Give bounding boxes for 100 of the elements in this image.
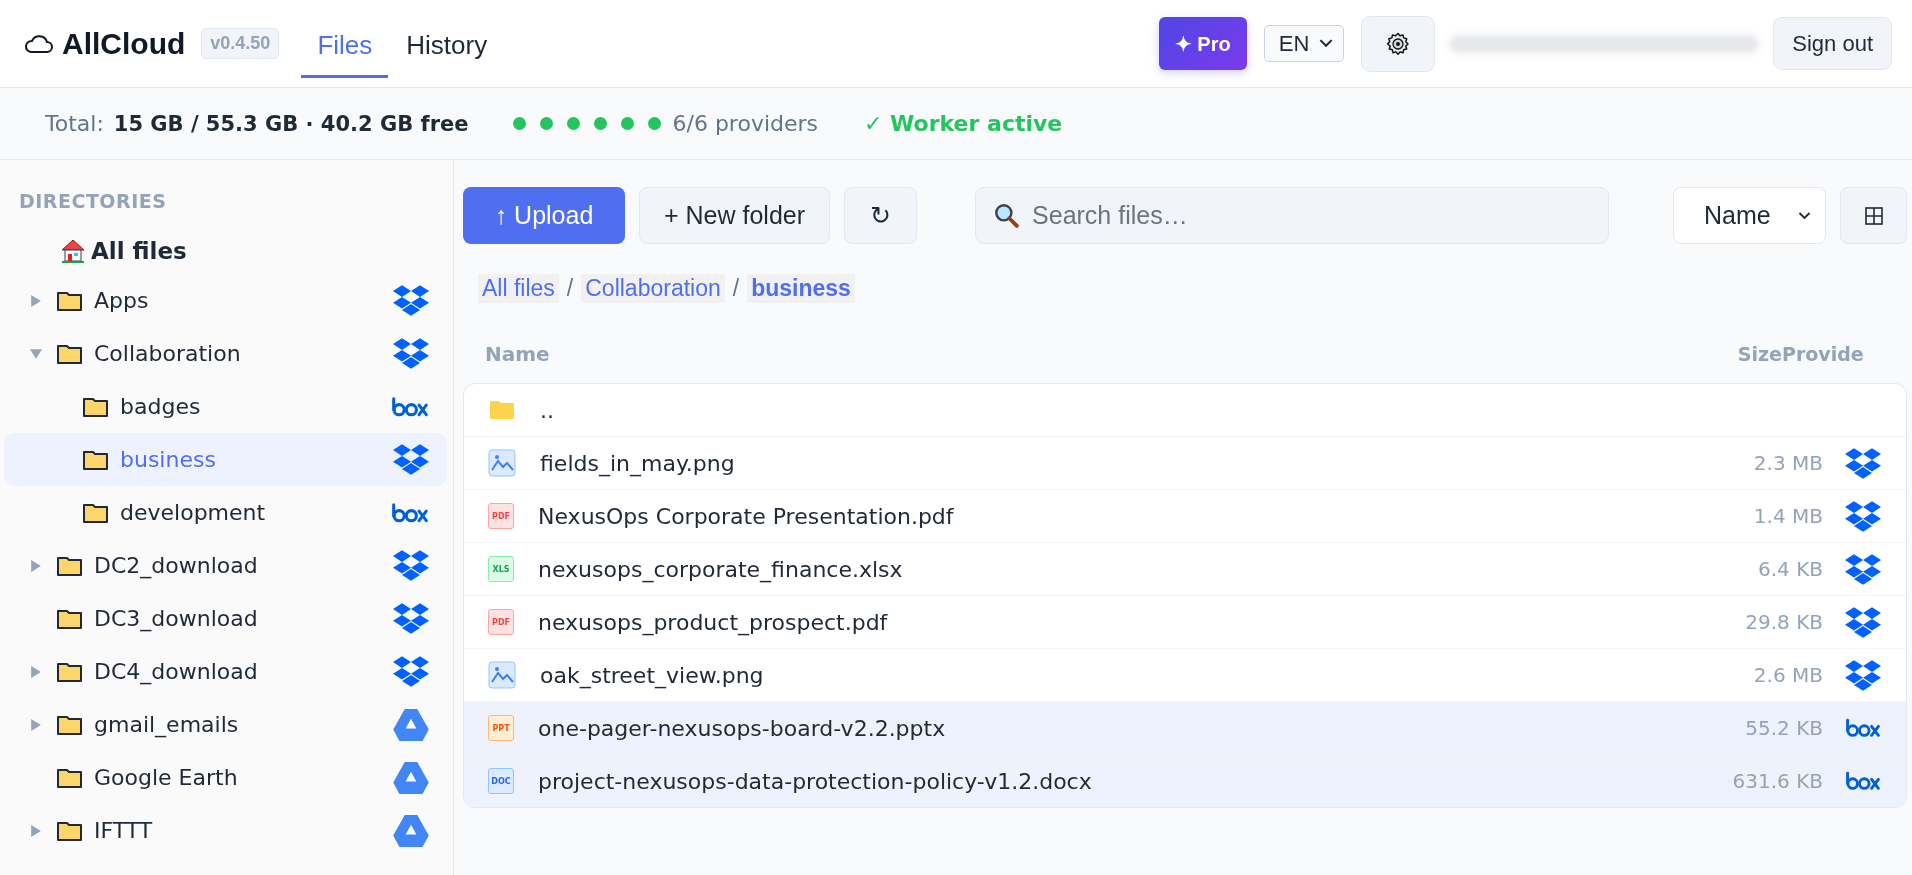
- directory-item[interactable]: badges: [4, 380, 447, 433]
- directory-item[interactable]: DC4_download: [4, 645, 447, 698]
- total-label: Total:: [45, 111, 104, 136]
- file-type-icon: DOC: [488, 768, 514, 794]
- directory-name: DC3_download: [94, 606, 258, 631]
- directory-name: IFTTT: [94, 818, 153, 843]
- caret-right-icon[interactable]: [30, 665, 42, 678]
- search-field[interactable]: Search files…: [975, 187, 1610, 244]
- app-logo-text: AllCloud: [62, 26, 186, 61]
- directory-item[interactable]: IFTTT: [4, 804, 447, 857]
- directory-item[interactable]: gmail_emails: [4, 698, 447, 751]
- dropbox-logo-icon: [1845, 553, 1881, 585]
- file-size: 29.8 KB: [1745, 610, 1823, 634]
- house-icon: [60, 238, 86, 264]
- storage-total: 15 GB / 55.3 GB · 40.2 GB free: [113, 111, 469, 136]
- directory-name: DC4_download: [94, 659, 258, 684]
- directory-name: DC2_download: [94, 553, 258, 578]
- image-icon: [488, 449, 516, 477]
- file-name: nexusops_corporate_finance.xlsx: [538, 556, 903, 582]
- file-size: 2.3 MB: [1753, 451, 1823, 475]
- file-name: one-pager-nexusops-board-v2.2.pptx: [538, 715, 946, 741]
- directory-item[interactable]: Collaboration: [4, 327, 447, 380]
- file-row[interactable]: DOC project-nexusops-data-protection-policy-v1.2.docx 631.6 KB: [464, 755, 1906, 807]
- breadcrumb-link[interactable]: All files: [478, 274, 559, 303]
- file-size: 6.4 KB: [1758, 557, 1823, 581]
- directory-name: Google Earth: [94, 765, 238, 790]
- file-name: project-nexusops-data-protection-policy-v1.2.docx: [538, 768, 1092, 794]
- chevron-down-icon: [1319, 39, 1334, 48]
- caret-down-icon[interactable]: [30, 347, 42, 360]
- refresh-button[interactable]: ↻: [844, 187, 918, 244]
- chevron-down-icon: [1798, 211, 1811, 220]
- folder-icon: [488, 398, 516, 422]
- directory-name: Collaboration: [94, 341, 241, 366]
- settings-icon: [1386, 31, 1411, 56]
- worker-status: ✓ Worker active: [864, 111, 1063, 136]
- breadcrumb-separator: /: [732, 275, 740, 302]
- file-row[interactable]: PDF nexusops_product_prospect.pdf 29.8 KB: [464, 596, 1906, 649]
- caret-right-icon[interactable]: [30, 824, 42, 837]
- file-row[interactable]: XLS nexusops_corporate_finance.xlsx 6.4 KB: [464, 543, 1906, 596]
- sign-out-button[interactable]: Sign out: [1773, 17, 1892, 70]
- breadcrumb-current: business: [747, 274, 855, 303]
- cloud-icon: [24, 33, 54, 54]
- file-type-icon: PDF: [488, 503, 514, 529]
- directory-item[interactable]: Google Earth: [4, 751, 447, 804]
- nav-tab[interactable]: History: [390, 15, 504, 78]
- file-size: 1.4 MB: [1753, 504, 1823, 528]
- file-name: nexusops_product_prospect.pdf: [538, 609, 888, 635]
- caret-right-icon[interactable]: [30, 294, 42, 307]
- file-row[interactable]: fields_in_may.png 2.3 MB: [464, 437, 1906, 490]
- file-name: ..: [540, 397, 554, 423]
- drive-logo-icon: [393, 814, 429, 847]
- file-row[interactable]: PPT one-pager-nexusops-board-v2.2.pptx 55.2 KB: [464, 702, 1906, 755]
- file-name: NexusOps Corporate Presentation.pdf: [538, 503, 954, 529]
- file-size: 631.6 KB: [1732, 769, 1823, 793]
- caret-right-icon[interactable]: [30, 559, 42, 572]
- directory-item[interactable]: business: [4, 433, 447, 486]
- dropbox-logo-icon: [393, 656, 429, 687]
- directory-name: development: [120, 500, 266, 525]
- new-folder-button[interactable]: + New folder: [639, 187, 831, 244]
- dropbox-logo-icon: [1845, 500, 1881, 532]
- upload-button[interactable]: ↑ Upload: [463, 187, 625, 244]
- box-logo-icon: [391, 396, 429, 417]
- directory-item[interactable]: Apps: [4, 274, 447, 327]
- dropbox-logo-icon: [1845, 606, 1881, 638]
- language-select[interactable]: EN: [1263, 25, 1345, 62]
- dropbox-logo-icon: [393, 444, 429, 475]
- file-row[interactable]: ..: [464, 384, 1906, 437]
- directory-name: Apps: [94, 288, 149, 313]
- drive-logo-icon: [393, 708, 429, 741]
- dropbox-logo-icon: [1845, 447, 1881, 479]
- dropbox-logo-icon: [393, 338, 429, 369]
- box-logo-icon: [1845, 771, 1881, 791]
- directory-name: badges: [120, 394, 201, 419]
- grid-icon: [1864, 206, 1883, 225]
- directory-item[interactable]: DC3_download: [4, 592, 447, 645]
- directory-item[interactable]: DC2_download: [4, 539, 447, 592]
- file-row[interactable]: PDF NexusOps Corporate Presentation.pdf 1.4 MB: [464, 490, 1906, 543]
- section-title: DIRECTORIES: [18, 189, 168, 214]
- file-type-icon: PDF: [488, 609, 514, 635]
- directory-name: business: [120, 447, 216, 472]
- file-type-icon: XLS: [488, 556, 514, 582]
- caret-right-icon[interactable]: [30, 718, 42, 731]
- grid-view-button[interactable]: [1840, 187, 1907, 244]
- box-logo-icon: [1845, 718, 1881, 738]
- file-size: 55.2 KB: [1745, 716, 1823, 740]
- dropbox-logo-icon: [1845, 659, 1881, 691]
- image-icon: [488, 661, 516, 689]
- directory-name: gmail_emails: [94, 712, 239, 737]
- file-type-icon: PPT: [488, 715, 514, 741]
- settings-button[interactable]: [1361, 15, 1436, 72]
- pro-button[interactable]: ✦ Pro: [1158, 17, 1247, 70]
- dropbox-logo-icon: [393, 285, 429, 316]
- file-name: fields_in_may.png: [540, 450, 735, 476]
- dropbox-logo-icon: [393, 603, 429, 634]
- breadcrumb-link[interactable]: Collaboration: [581, 274, 725, 303]
- sort-select[interactable]: Name: [1673, 187, 1826, 244]
- directory-item[interactable]: development: [4, 486, 447, 539]
- breadcrumb-separator: /: [566, 275, 574, 302]
- nav-tab[interactable]: Files: [301, 15, 389, 78]
- all-files-item[interactable]: All files: [4, 228, 447, 274]
